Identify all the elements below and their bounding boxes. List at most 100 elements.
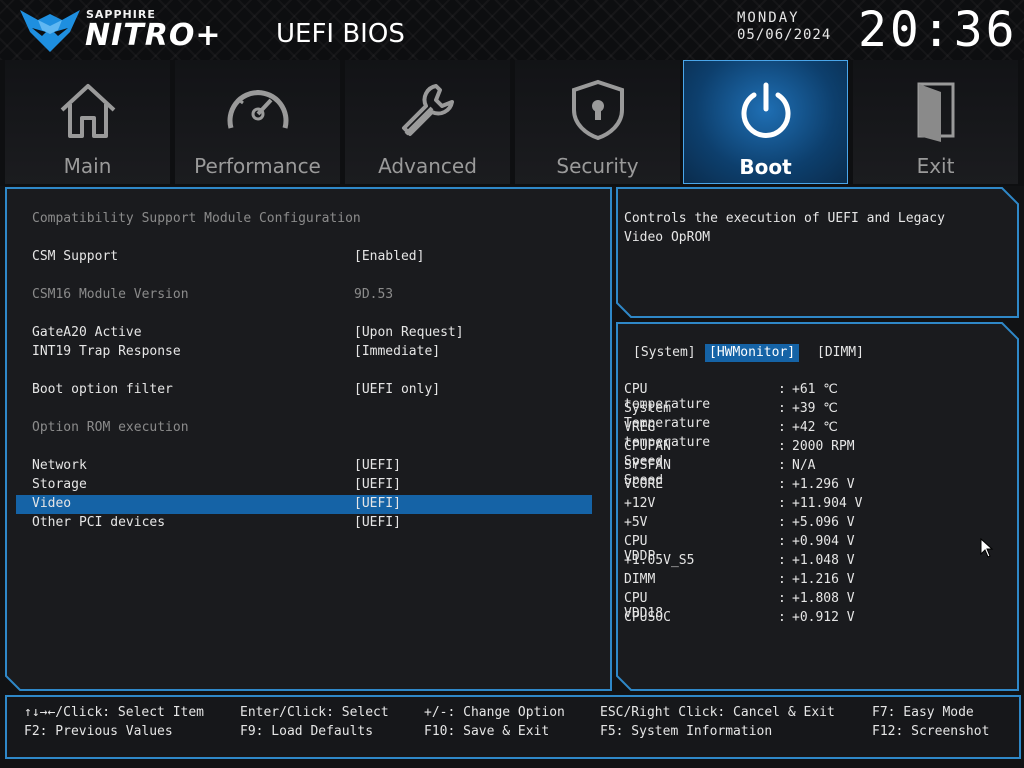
key-screenshot: F12: Screenshot bbox=[872, 724, 990, 739]
hw-reading-separator: : bbox=[778, 553, 786, 568]
help-panel-frame bbox=[616, 187, 1019, 318]
tab-security[interactable]: Security bbox=[515, 60, 680, 184]
setting-value[interactable]: [Immediate] bbox=[354, 344, 440, 359]
hw-reading-value: +1.296 V bbox=[792, 477, 855, 492]
tab-exit-label: Exit bbox=[916, 154, 955, 178]
key-previous-values: F2: Previous Values bbox=[24, 724, 173, 739]
hw-reading-value: +42 ℃ bbox=[792, 420, 838, 435]
tab-advanced[interactable]: Advanced bbox=[345, 60, 510, 184]
setting-boot-filter[interactable]: Boot option filter [UEFI only] bbox=[16, 381, 592, 400]
setting-storage[interactable]: Storage [UEFI] bbox=[16, 476, 592, 495]
setting-value[interactable]: [Enabled] bbox=[354, 249, 424, 264]
hw-reading-name: CPUSOC bbox=[624, 610, 671, 625]
setting-value[interactable]: [UEFI only] bbox=[354, 382, 440, 397]
setting-label: Other PCI devices bbox=[32, 515, 166, 530]
hw-reading-value: +1.808 V bbox=[792, 591, 855, 606]
hw-reading-value: +11.904 V bbox=[792, 496, 863, 511]
hw-reading-separator: : bbox=[778, 458, 786, 473]
setting-other-pci[interactable]: Other PCI devices [UEFI] bbox=[16, 514, 592, 533]
power-icon bbox=[741, 82, 790, 138]
tab-boot-label: Boot bbox=[739, 155, 792, 179]
key-cancel-exit: ESC/Right Click: Cancel & Exit bbox=[600, 705, 835, 720]
setting-label: Storage bbox=[32, 477, 87, 492]
hw-reading-name: +12V bbox=[624, 496, 656, 511]
tab-security-label: Security bbox=[556, 154, 639, 178]
brand-logo-text: NITRO+ bbox=[85, 18, 222, 53]
setting-label: Video bbox=[32, 496, 72, 511]
setting-value[interactable]: [UEFI] bbox=[354, 458, 401, 473]
hw-reading-separator: : bbox=[778, 439, 786, 454]
hw-reading-separator: : bbox=[778, 591, 786, 606]
key-enter-select: Enter/Click: Select bbox=[240, 705, 389, 720]
setting-label: CSM Support bbox=[32, 249, 119, 264]
setting-int19[interactable]: INT19 Trap Response [Immediate] bbox=[16, 343, 592, 362]
key-change-option: +/-: Change Option bbox=[424, 705, 565, 720]
hw-reading-separator: : bbox=[778, 610, 786, 625]
tab-hwmonitor[interactable]: [HWMonitor] bbox=[705, 344, 800, 362]
setting-label: INT19 Trap Response bbox=[32, 344, 181, 359]
hw-reading-separator: : bbox=[778, 534, 786, 549]
hw-reading-value: +1.216 V bbox=[792, 572, 855, 587]
wrench-icon bbox=[401, 84, 454, 136]
key-save-exit: F10: Save & Exit bbox=[424, 724, 550, 739]
tab-exit[interactable]: Exit bbox=[853, 60, 1018, 184]
home-icon bbox=[60, 84, 115, 138]
setting-value: 9D.53 bbox=[354, 287, 394, 302]
tab-boot[interactable]: Boot bbox=[683, 60, 848, 184]
hw-reading-value: +61 ℃ bbox=[792, 382, 838, 397]
day-of-week: MONDAY bbox=[737, 10, 800, 26]
setting-value[interactable]: [UEFI] bbox=[354, 477, 401, 492]
tab-performance-label: Performance bbox=[194, 154, 321, 178]
tab-main-label: Main bbox=[63, 154, 112, 178]
hw-reading-separator: : bbox=[778, 515, 786, 530]
hw-reading-separator: : bbox=[778, 477, 786, 492]
hw-reading-value: +1.048 V bbox=[792, 553, 855, 568]
door-exit-icon bbox=[917, 82, 954, 142]
sapphire-fox-logo-icon bbox=[20, 10, 80, 52]
key-system-information: F5: System Information bbox=[600, 724, 773, 739]
tab-system[interactable]: [System] bbox=[633, 344, 696, 362]
main-nav: Main Performance Advanced Security Boot bbox=[0, 60, 1024, 186]
setting-label: GateA20 Active bbox=[32, 325, 142, 340]
hw-reading-separator: : bbox=[778, 420, 786, 435]
hw-reading-value: N/A bbox=[792, 458, 816, 473]
hw-reading-name: DIMM bbox=[624, 572, 656, 587]
hw-reading-separator: : bbox=[778, 572, 786, 587]
key-select-item: ↑↓→←/Click: Select Item bbox=[24, 705, 205, 720]
hw-reading-separator: : bbox=[778, 382, 786, 397]
hw-reading-value: +5.096 V bbox=[792, 515, 855, 530]
setting-video-selected[interactable]: Video [UEFI] bbox=[16, 495, 592, 514]
setting-label: Network bbox=[32, 458, 87, 473]
csm-section-title: Compatibility Support Module Configurati… bbox=[32, 211, 361, 226]
tab-performance[interactable]: Performance bbox=[175, 60, 340, 184]
setting-value[interactable]: [UEFI] bbox=[354, 515, 401, 530]
option-rom-section-title: Option ROM execution bbox=[32, 420, 189, 435]
hw-reading-name: VCORE bbox=[624, 477, 664, 492]
hw-reading-name: +1.05V_S5 bbox=[624, 553, 695, 568]
hw-reading-value: +0.912 V bbox=[792, 610, 855, 625]
hw-reading-value: 2000 RPM bbox=[792, 439, 855, 454]
setting-csm-support[interactable]: CSM Support [Enabled] bbox=[16, 248, 592, 267]
page-title: UEFI BIOS bbox=[276, 19, 405, 49]
setting-value[interactable]: [UEFI] bbox=[354, 496, 401, 511]
key-easy-mode: F7: Easy Mode bbox=[872, 705, 974, 720]
hw-reading-name: +5V bbox=[624, 515, 648, 530]
setting-gatea20[interactable]: GateA20 Active [Upon Request] bbox=[16, 324, 592, 343]
setting-network[interactable]: Network [UEFI] bbox=[16, 457, 592, 476]
setting-label: Boot option filter bbox=[32, 382, 173, 397]
hw-reading-separator: : bbox=[778, 496, 786, 511]
header: SAPPHIRE NITRO+ UEFI BIOS MONDAY 05/06/2… bbox=[0, 0, 1024, 60]
tab-main[interactable]: Main bbox=[5, 60, 170, 184]
help-text-line1: Controls the execution of UEFI and Legac… bbox=[624, 211, 945, 226]
current-date: 05/06/2024 bbox=[737, 27, 832, 43]
tab-dimm[interactable]: [DIMM] bbox=[817, 344, 864, 362]
clock: 20:36 bbox=[858, 2, 1018, 58]
help-panel bbox=[614, 186, 1024, 320]
hw-reading-separator: : bbox=[778, 401, 786, 416]
mouse-cursor-icon bbox=[980, 538, 994, 558]
tab-advanced-label: Advanced bbox=[378, 154, 477, 178]
setting-value[interactable]: [Upon Request] bbox=[354, 325, 464, 340]
help-text-line2: Video OpROM bbox=[624, 230, 711, 245]
hw-reading-value: +0.904 V bbox=[792, 534, 855, 549]
setting-csm16-version: CSM16 Module Version 9D.53 bbox=[16, 286, 592, 305]
